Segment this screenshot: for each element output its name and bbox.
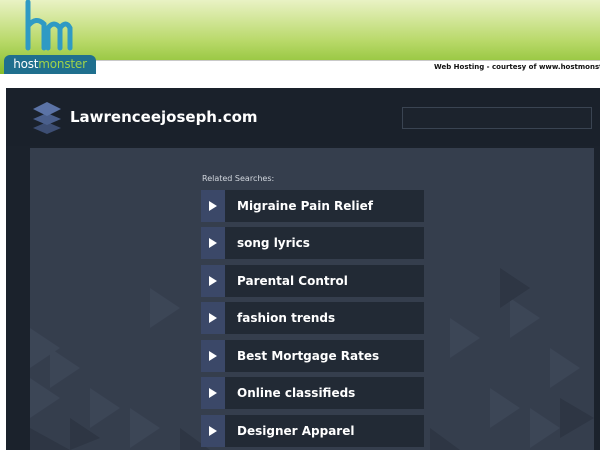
arrow-box: [201, 227, 225, 259]
related-link-4[interactable]: Best Mortgage Rates: [201, 340, 424, 372]
related-link-2[interactable]: Parental Control: [201, 265, 424, 297]
related-link-label: song lyrics: [237, 236, 310, 250]
related-link-1[interactable]: song lyrics: [201, 227, 424, 259]
play-arrow-icon: [209, 388, 217, 398]
hosting-banner: hostmonster Web Hosting - courtesy of ww…: [0, 0, 600, 74]
arrow-box: [201, 340, 225, 372]
logo-word-monster: monster: [38, 57, 87, 71]
related-link-label: Parental Control: [237, 274, 348, 288]
related-link-3[interactable]: fashion trends: [201, 302, 424, 334]
hostmonster-hm-logo-icon[interactable]: [22, 0, 74, 52]
related-link-label: Best Mortgage Rates: [237, 349, 380, 363]
play-arrow-icon: [209, 313, 217, 323]
related-link-label: fashion trends: [237, 311, 336, 325]
courtesy-link[interactable]: Web Hosting - courtesy of www.hostmonste…: [434, 61, 600, 73]
related-link-5[interactable]: Online classifieds: [201, 377, 424, 409]
related-link-6[interactable]: Designer Apparel: [201, 415, 424, 447]
related-link-label: Online classifieds: [237, 386, 356, 400]
play-arrow-icon: [209, 276, 217, 286]
play-arrow-icon: [209, 426, 217, 436]
arrow-box: [201, 302, 225, 334]
related-link-0[interactable]: Migraine Pain Relief: [201, 190, 424, 222]
arrow-box: [201, 265, 225, 297]
play-arrow-icon: [209, 238, 217, 248]
arrow-box: [201, 377, 225, 409]
logo-word-host: host: [13, 57, 39, 71]
related-link-label: Designer Apparel: [237, 424, 355, 438]
arrow-box: [201, 415, 225, 447]
site-title: Lawrenceejoseph.com: [70, 108, 258, 126]
layers-stack-icon: [33, 102, 61, 134]
search-input[interactable]: [402, 107, 592, 129]
related-searches-label: Related Searches:: [202, 174, 275, 183]
related-link-label: Migraine Pain Relief: [237, 199, 374, 213]
hostmonster-logo-text[interactable]: hostmonster: [4, 55, 96, 74]
arrow-box: [201, 190, 225, 222]
play-arrow-icon: [209, 351, 217, 361]
play-arrow-icon: [209, 201, 217, 211]
